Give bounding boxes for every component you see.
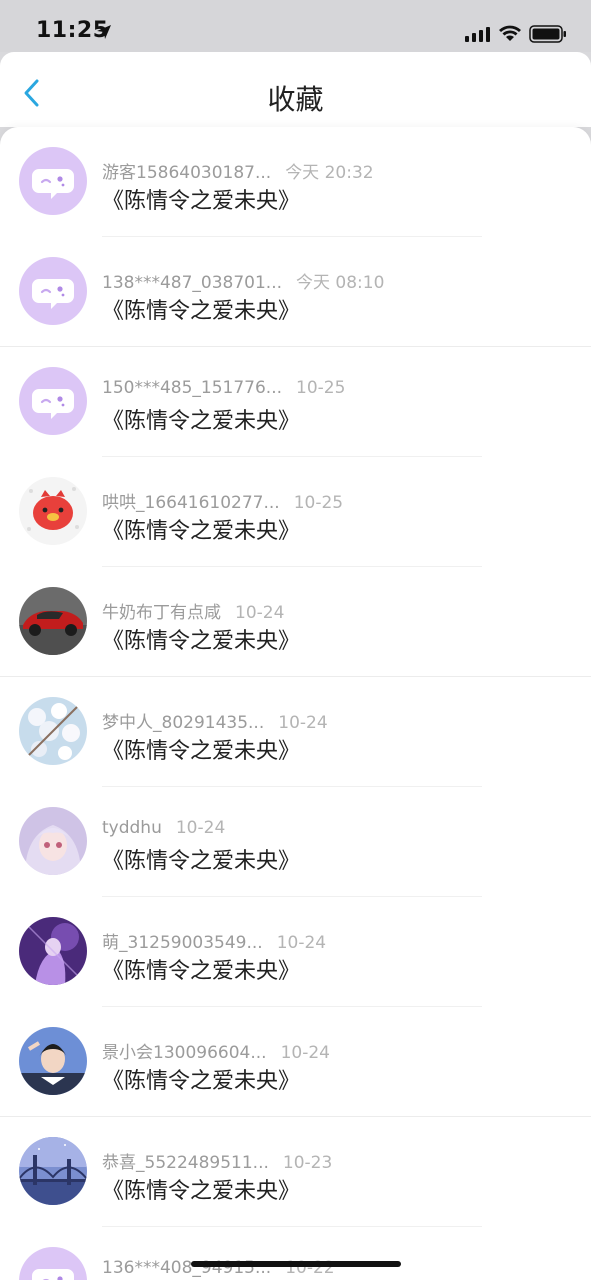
item-meta: 梦中人_80291435... 10-24 — [102, 708, 328, 733]
item-meta: 138***487_038701... 今天 08:10 — [102, 268, 384, 293]
anime-girl-avatar[interactable] — [19, 807, 87, 875]
favorite-title: 《陈情令之爱未央》 — [102, 189, 301, 214]
favorite-title: 《陈情令之爱未央》 — [102, 739, 301, 764]
user-name: 哄哄_16641610277... — [102, 493, 280, 513]
favorite-item[interactable]: 梦中人_80291435... 10-24 《陈情令之爱未央》 — [0, 677, 591, 787]
favorite-item[interactable]: tyddhu 10-24 《陈情令之爱未央》 — [0, 787, 591, 897]
timestamp: 10-24 — [280, 1043, 330, 1063]
default-chat-avatar[interactable] — [19, 367, 87, 435]
timestamp: 10-24 — [175, 818, 226, 838]
favorite-item[interactable]: 景小会130096604... 10-24 《陈情令之爱未央》 — [0, 1007, 591, 1117]
red-car-photo-avatar[interactable] — [19, 587, 87, 655]
favorite-title: 《陈情令之爱未央》 — [102, 519, 301, 544]
item-meta: 牛奶布丁有点咸 10-24 — [102, 598, 284, 623]
battery-icon — [529, 25, 566, 43]
home-indicator — [191, 1261, 401, 1267]
default-chat-avatar[interactable] — [19, 1247, 87, 1280]
user-name: tyddhu — [102, 818, 162, 838]
purple-art-avatar[interactable] — [19, 917, 87, 985]
favorite-title: 《陈情令之爱未央》 — [102, 629, 301, 654]
favorite-item[interactable]: 恭喜_5522489511... 10-23 《陈情令之爱未央》 — [0, 1117, 591, 1227]
timestamp: 10-25 — [296, 378, 346, 398]
user-name: 恭喜_5522489511... — [102, 1153, 269, 1173]
favorite-title: 《陈情令之爱未央》 — [102, 849, 301, 874]
user-name: 景小会130096604... — [102, 1043, 267, 1063]
bridge-night-avatar[interactable] — [19, 1137, 87, 1205]
navigation-bar: 收藏 — [0, 52, 591, 127]
timestamp: 10-24 — [278, 713, 328, 733]
favorite-item[interactable]: 138***487_038701... 今天 08:10 《陈情令之爱未央》 — [0, 237, 591, 347]
item-meta: 哄哄_16641610277... 10-25 — [102, 488, 343, 513]
cellular-signal-icon — [465, 27, 490, 42]
page-title: 收藏 — [267, 83, 324, 116]
user-name: 牛奶布丁有点咸 — [102, 603, 221, 623]
favorite-title: 《陈情令之爱未央》 — [102, 409, 301, 434]
location-arrow-icon — [97, 25, 111, 39]
user-name: 150***485_151776... — [102, 378, 283, 398]
timestamp: 今天 20:32 — [285, 163, 374, 183]
default-chat-avatar[interactable] — [19, 257, 87, 325]
user-name: 梦中人_80291435... — [102, 713, 265, 733]
favorite-item[interactable]: 游客15864030187... 今天 20:32 《陈情令之爱未央》 — [0, 127, 591, 237]
timestamp: 今天 08:10 — [296, 273, 385, 293]
status-bar: 11:25 — [0, 0, 591, 52]
favorite-item[interactable]: 牛奶布丁有点咸 10-24 《陈情令之爱未央》 — [0, 567, 591, 677]
item-meta: 萌_31259003549... 10-24 — [102, 928, 326, 953]
favorite-title: 《陈情令之爱未央》 — [102, 1069, 301, 1094]
default-chat-avatar[interactable] — [19, 147, 87, 215]
red-pig-avatar[interactable] — [19, 477, 87, 545]
item-meta: 游客15864030187... 今天 20:32 — [102, 158, 374, 183]
item-meta: 150***485_151776... 10-25 — [102, 378, 345, 398]
favorite-item[interactable]: 萌_31259003549... 10-24 《陈情令之爱未央》 — [0, 897, 591, 1007]
favorite-title: 《陈情令之爱未央》 — [102, 1179, 301, 1204]
favorite-item[interactable]: 136***408_94915... 10-22 — [0, 1227, 591, 1280]
timestamp: 10-25 — [293, 493, 344, 513]
timestamp: 10-23 — [282, 1153, 333, 1173]
item-meta: 恭喜_5522489511... 10-23 — [102, 1148, 332, 1173]
wifi-icon — [499, 25, 521, 41]
user-name: 萌_31259003549... — [102, 933, 263, 953]
favorite-item[interactable]: 150***485_151776... 10-25 《陈情令之爱未央》 — [0, 347, 591, 457]
favorite-title: 《陈情令之爱未央》 — [102, 299, 301, 324]
blossom-photo-avatar[interactable] — [19, 697, 87, 765]
timestamp: 10-24 — [276, 933, 327, 953]
favorites-list: 游客15864030187... 今天 20:32 《陈情令之爱未央》 138***4… — [0, 127, 591, 1280]
favorite-title: 《陈情令之爱未央》 — [102, 959, 301, 984]
girl-photo-avatar[interactable] — [19, 1027, 87, 1095]
user-name: 138***487_038701... — [102, 273, 283, 293]
favorite-item[interactable]: 哄哄_16641610277... 10-25 《陈情令之爱未央》 — [0, 457, 591, 567]
user-name: 游客15864030187... — [102, 163, 272, 183]
timestamp: 10-24 — [235, 603, 285, 623]
item-meta: tyddhu 10-24 — [102, 818, 225, 838]
item-meta: 景小会130096604... 10-24 — [102, 1038, 330, 1063]
